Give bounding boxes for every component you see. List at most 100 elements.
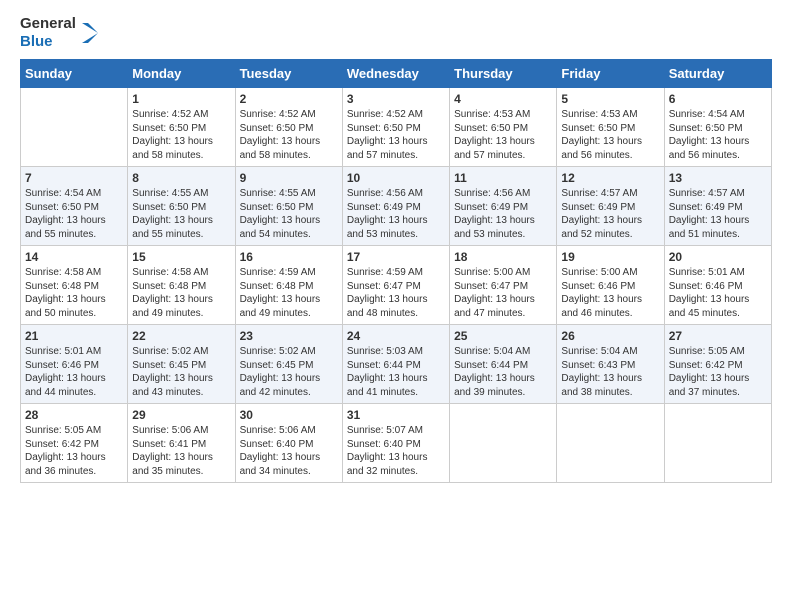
day-number: 3 xyxy=(347,92,445,106)
day-number: 23 xyxy=(240,329,338,343)
calendar-cell: 20 Sunrise: 5:01 AM Sunset: 6:46 PM Dayli… xyxy=(664,246,771,325)
weekday-header-saturday: Saturday xyxy=(664,60,771,88)
day-number: 4 xyxy=(454,92,552,106)
day-info: Sunrise: 5:04 AM Sunset: 6:43 PM Dayligh… xyxy=(561,345,659,399)
day-info: Sunrise: 4:56 AM Sunset: 6:49 PM Dayligh… xyxy=(454,187,552,241)
day-info: Sunrise: 4:57 AM Sunset: 6:49 PM Dayligh… xyxy=(561,187,659,241)
calendar-cell: 1Sunrise: 4:52 AM Sunset: 6:50 PM Daylig… xyxy=(128,88,235,167)
logo: GeneralBlue xyxy=(20,15,100,51)
day-number: 17 xyxy=(347,250,445,264)
calendar-cell xyxy=(664,404,771,483)
day-number: 26 xyxy=(561,329,659,343)
day-number: 30 xyxy=(240,408,338,422)
day-number: 29 xyxy=(132,408,230,422)
calendar-cell xyxy=(557,404,664,483)
day-number: 11 xyxy=(454,171,552,185)
weekday-header-tuesday: Tuesday xyxy=(235,60,342,88)
day-info: Sunrise: 4:55 AM Sunset: 6:50 PM Dayligh… xyxy=(132,187,230,241)
day-info: Sunrise: 5:03 AM Sunset: 6:44 PM Dayligh… xyxy=(347,345,445,399)
day-info: Sunrise: 5:01 AM Sunset: 6:46 PM Dayligh… xyxy=(669,266,767,320)
day-number: 10 xyxy=(347,171,445,185)
weekday-header-friday: Friday xyxy=(557,60,664,88)
week-row-5: 28 Sunrise: 5:05 AM Sunset: 6:42 PM Dayli… xyxy=(21,404,772,483)
calendar-cell: 9 Sunrise: 4:55 AM Sunset: 6:50 PM Daylig… xyxy=(235,167,342,246)
day-number: 2 xyxy=(240,92,338,106)
calendar-cell: 8Sunrise: 4:55 AM Sunset: 6:50 PM Daylig… xyxy=(128,167,235,246)
day-number: 18 xyxy=(454,250,552,264)
calendar-cell: 13 Sunrise: 4:57 AM Sunset: 6:49 PM Dayli… xyxy=(664,167,771,246)
page-container: GeneralBlue SundayMondayTuesdayWednesday… xyxy=(0,0,792,493)
day-info: Sunrise: 4:54 AM Sunset: 6:50 PM Dayligh… xyxy=(25,187,123,241)
logo-chevron-icon xyxy=(80,15,100,51)
day-number: 9 xyxy=(240,171,338,185)
calendar-cell: 5 Sunrise: 4:53 AM Sunset: 6:50 PM Daylig… xyxy=(557,88,664,167)
day-info: Sunrise: 5:05 AM Sunset: 6:42 PM Dayligh… xyxy=(25,424,123,478)
weekday-header-monday: Monday xyxy=(128,60,235,88)
day-number: 1 xyxy=(132,92,230,106)
calendar-cell: 4 Sunrise: 4:53 AM Sunset: 6:50 PM Daylig… xyxy=(450,88,557,167)
day-number: 25 xyxy=(454,329,552,343)
day-number: 27 xyxy=(669,329,767,343)
week-row-2: 7 Sunrise: 4:54 AM Sunset: 6:50 PM Daylig… xyxy=(21,167,772,246)
calendar-cell: 22 Sunrise: 5:02 AM Sunset: 6:45 PM Dayli… xyxy=(128,325,235,404)
calendar-cell: 7 Sunrise: 4:54 AM Sunset: 6:50 PM Daylig… xyxy=(21,167,128,246)
week-row-1: 1 Sunrise: 4:52 AM Sunset: 6:50 PM Daylig… xyxy=(21,88,772,167)
day-number: 15 xyxy=(132,250,230,264)
calendar-cell: 10 Sunrise: 4:56 AM Sunset: 6:49 PM Dayli… xyxy=(342,167,449,246)
day-number: 20 xyxy=(669,250,767,264)
calendar-cell: 19Sunrise: 5:00 AM Sunset: 6:46 PM Dayli… xyxy=(557,246,664,325)
calendar-table: SundayMondayTuesdayWednesdayThursdayFrid… xyxy=(20,59,772,483)
calendar-cell: 23 Sunrise: 5:02 AM Sunset: 6:45 PM Dayli… xyxy=(235,325,342,404)
day-number: 13 xyxy=(669,171,767,185)
day-info: Sunrise: 4:53 AM Sunset: 6:50 PM Dayligh… xyxy=(454,108,552,162)
calendar-cell: 16 Sunrise: 4:59 AM Sunset: 6:48 PM Dayli… xyxy=(235,246,342,325)
calendar-cell: 31 Sunrise: 5:07 AM Sunset: 6:40 PM Dayli… xyxy=(342,404,449,483)
calendar-cell xyxy=(450,404,557,483)
header: GeneralBlue xyxy=(20,15,772,51)
calendar-cell: 3 Sunrise: 4:52 AM Sunset: 6:50 PM Daylig… xyxy=(342,88,449,167)
day-info: Sunrise: 4:55 AM Sunset: 6:50 PM Dayligh… xyxy=(240,187,338,241)
calendar-cell: 27 Sunrise: 5:05 AM Sunset: 6:42 PM Dayli… xyxy=(664,325,771,404)
day-info: Sunrise: 5:07 AM Sunset: 6:40 PM Dayligh… xyxy=(347,424,445,478)
calendar-cell: 25 Sunrise: 5:04 AM Sunset: 6:44 PM Dayli… xyxy=(450,325,557,404)
day-number: 22 xyxy=(132,329,230,343)
calendar-cell: 6 Sunrise: 4:54 AM Sunset: 6:50 PM Daylig… xyxy=(664,88,771,167)
day-number: 5 xyxy=(561,92,659,106)
day-info: Sunrise: 4:52 AM Sunset: 6:50 PM Dayligh… xyxy=(347,108,445,162)
day-info: Sunrise: 4:58 AM Sunset: 6:48 PM Dayligh… xyxy=(132,266,230,320)
week-row-4: 21Sunrise: 5:01 AM Sunset: 6:46 PM Dayli… xyxy=(21,325,772,404)
day-number: 16 xyxy=(240,250,338,264)
day-info: Sunrise: 5:05 AM Sunset: 6:42 PM Dayligh… xyxy=(669,345,767,399)
calendar-cell: 11 Sunrise: 4:56 AM Sunset: 6:49 PM Dayli… xyxy=(450,167,557,246)
day-number: 28 xyxy=(25,408,123,422)
calendar-cell: 14Sunrise: 4:58 AM Sunset: 6:48 PM Dayli… xyxy=(21,246,128,325)
day-info: Sunrise: 4:59 AM Sunset: 6:47 PM Dayligh… xyxy=(347,266,445,320)
calendar-cell: 12 Sunrise: 4:57 AM Sunset: 6:49 PM Dayli… xyxy=(557,167,664,246)
weekday-header-thursday: Thursday xyxy=(450,60,557,88)
day-number: 7 xyxy=(25,171,123,185)
calendar-cell: 30 Sunrise: 5:06 AM Sunset: 6:40 PM Dayli… xyxy=(235,404,342,483)
weekday-header-row: SundayMondayTuesdayWednesdayThursdayFrid… xyxy=(21,60,772,88)
day-number: 12 xyxy=(561,171,659,185)
day-info: Sunrise: 4:54 AM Sunset: 6:50 PM Dayligh… xyxy=(669,108,767,162)
day-info: Sunrise: 4:52 AM Sunset: 6:50 PM Dayligh… xyxy=(240,108,338,162)
calendar-cell: 18 Sunrise: 5:00 AM Sunset: 6:47 PM Dayli… xyxy=(450,246,557,325)
day-info: Sunrise: 4:58 AM Sunset: 6:48 PM Dayligh… xyxy=(25,266,123,320)
calendar-cell: 17 Sunrise: 4:59 AM Sunset: 6:47 PM Dayli… xyxy=(342,246,449,325)
day-info: Sunrise: 4:57 AM Sunset: 6:49 PM Dayligh… xyxy=(669,187,767,241)
weekday-header-sunday: Sunday xyxy=(21,60,128,88)
day-number: 31 xyxy=(347,408,445,422)
day-info: Sunrise: 5:00 AM Sunset: 6:47 PM Dayligh… xyxy=(454,266,552,320)
day-info: Sunrise: 4:59 AM Sunset: 6:48 PM Dayligh… xyxy=(240,266,338,320)
day-info: Sunrise: 5:02 AM Sunset: 6:45 PM Dayligh… xyxy=(240,345,338,399)
day-info: Sunrise: 5:06 AM Sunset: 6:40 PM Dayligh… xyxy=(240,424,338,478)
day-info: Sunrise: 5:04 AM Sunset: 6:44 PM Dayligh… xyxy=(454,345,552,399)
day-info: Sunrise: 4:53 AM Sunset: 6:50 PM Dayligh… xyxy=(561,108,659,162)
calendar-cell xyxy=(21,88,128,167)
day-info: Sunrise: 4:56 AM Sunset: 6:49 PM Dayligh… xyxy=(347,187,445,241)
day-number: 6 xyxy=(669,92,767,106)
day-number: 24 xyxy=(347,329,445,343)
calendar-cell: 28 Sunrise: 5:05 AM Sunset: 6:42 PM Dayli… xyxy=(21,404,128,483)
day-info: Sunrise: 5:02 AM Sunset: 6:45 PM Dayligh… xyxy=(132,345,230,399)
week-row-3: 14Sunrise: 4:58 AM Sunset: 6:48 PM Dayli… xyxy=(21,246,772,325)
